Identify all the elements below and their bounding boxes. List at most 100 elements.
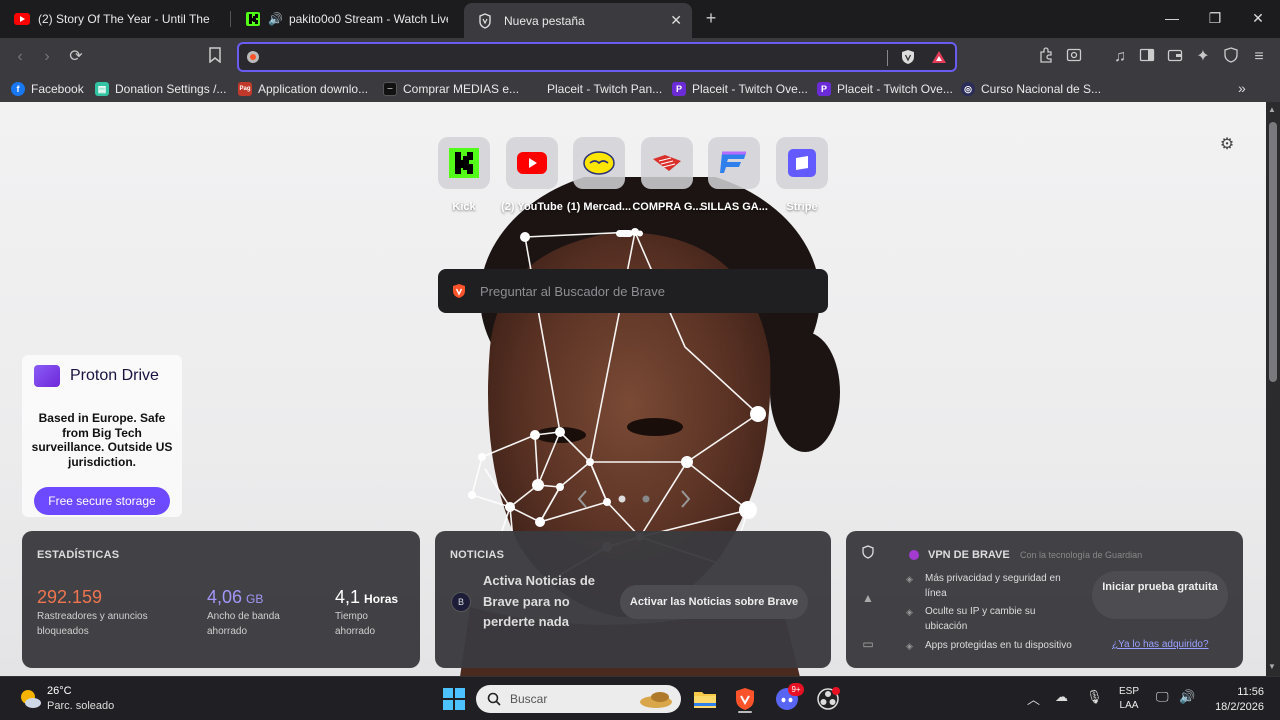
obs-icon[interactable] bbox=[814, 685, 842, 713]
input-language[interactable]: ESP LAA bbox=[1118, 685, 1140, 713]
menu-icon[interactable]: ≡ bbox=[1249, 47, 1269, 67]
bookmark-item[interactable]: f Facebook bbox=[11, 80, 84, 98]
time-saved-label: Tiempo ahorrado bbox=[335, 611, 376, 637]
onedrive-icon[interactable]: ☁ bbox=[1055, 689, 1068, 705]
minimize-icon[interactable]: — bbox=[1164, 9, 1180, 27]
wallet-icon[interactable] bbox=[1165, 47, 1185, 67]
next-background-icon bbox=[681, 490, 691, 508]
windows-start-icon[interactable] bbox=[440, 685, 468, 713]
network-icon[interactable]: 🖵 bbox=[1156, 689, 1169, 705]
kick-icon bbox=[449, 148, 479, 178]
media-router-icon[interactable] bbox=[1064, 47, 1084, 67]
scroll-thumb[interactable] bbox=[1269, 122, 1277, 382]
tab-youtube[interactable]: (2) Story Of The Year - Until The Day I … bbox=[4, 5, 224, 33]
bookmark-item[interactable]: Placeit - Twitch Pan... bbox=[527, 80, 662, 98]
weather-description[interactable]: Parc. soleado bbox=[47, 700, 114, 712]
tab-new-tab[interactable]: Nueva pestaña ✕ bbox=[464, 3, 692, 38]
already-purchased-link[interactable]: ¿Ya lo has adquirido? bbox=[1112, 639, 1209, 650]
bookmarks-bar: f Facebook ▤ Donation Settings /... Pag App… bbox=[0, 76, 1280, 102]
maximize-icon[interactable]: ❐ bbox=[1207, 9, 1223, 27]
speaker-icon[interactable]: 🔊 bbox=[268, 12, 283, 26]
taskbar-search-placeholder: Buscar bbox=[510, 692, 548, 706]
start-trial-button[interactable]: Iniciar prueba gratuita bbox=[1092, 571, 1228, 619]
bookmark-icon[interactable] bbox=[205, 47, 225, 67]
top-site-stripe[interactable]: Stripe bbox=[767, 137, 837, 213]
search-engine-icon bbox=[247, 51, 259, 63]
new-tab-button[interactable]: + bbox=[702, 8, 720, 28]
settings-gear-icon[interactable]: ⚙ bbox=[1218, 136, 1236, 154]
mercadolibre-icon bbox=[583, 151, 615, 175]
vpn-feature-text: Oculte su IP y cambie su ubicación bbox=[925, 606, 1036, 632]
extensions-icon[interactable] bbox=[1036, 47, 1056, 67]
bookmark-item[interactable]: P Placeit - Twitch Ove... bbox=[672, 80, 808, 98]
new-tab-page: Kick (2) YouTube (1) Mercad... COMPRA G.… bbox=[0, 102, 1266, 676]
top-site-mercadolibre[interactable]: (1) Mercad... bbox=[564, 137, 634, 213]
sidebar-icon[interactable] bbox=[1137, 47, 1157, 67]
vpn-shield-icon[interactable] bbox=[860, 545, 876, 561]
compra-icon bbox=[653, 155, 681, 171]
file-explorer-icon[interactable] bbox=[691, 685, 719, 713]
top-site-tile bbox=[641, 137, 693, 189]
top-site-sillas[interactable]: SILLAS GA... bbox=[699, 137, 769, 213]
system-clock[interactable]: 11:56 18/2/2026 bbox=[1206, 685, 1264, 715]
tab-divider bbox=[230, 11, 231, 27]
bookmark-item[interactable]: Pag Application downlo... bbox=[238, 80, 368, 98]
bookmark-item[interactable]: P Placeit - Twitch Ove... bbox=[817, 80, 953, 98]
trackers-blocked-label: Rastreadores y anuncios bloqueados bbox=[37, 611, 148, 637]
tray-overflow-icon[interactable]: ︿ bbox=[1027, 689, 1040, 708]
shield-check-icon: ◈ bbox=[906, 607, 913, 617]
brave-shields-icon[interactable] bbox=[900, 49, 916, 65]
close-window-icon[interactable]: ✕ bbox=[1250, 9, 1266, 27]
bandwidth-saved-value: 4,06 GB bbox=[207, 587, 263, 608]
page-scrollbar[interactable]: ▲ ▼ bbox=[1266, 102, 1280, 676]
enable-news-button[interactable]: Activar las Noticias sobre Brave bbox=[620, 585, 808, 619]
top-site-label: (1) Mercad... bbox=[566, 201, 632, 213]
top-site-compra[interactable]: COMPRA G... bbox=[632, 137, 702, 213]
brave-taskbar-icon[interactable] bbox=[731, 685, 759, 713]
placeit-icon bbox=[527, 82, 541, 96]
close-tab-icon[interactable]: ✕ bbox=[670, 12, 682, 29]
proton-brand: Proton Drive bbox=[70, 367, 159, 384]
back-icon[interactable]: ‹ bbox=[10, 47, 30, 67]
discord-badge: 9+ bbox=[788, 683, 804, 696]
microphone-icon[interactable]: 🎙 bbox=[1086, 689, 1103, 705]
vpn-shield-icon[interactable] bbox=[1221, 47, 1241, 67]
bookmark-label: Donation Settings /... bbox=[115, 82, 227, 96]
bookmark-label: Comprar MEDIAS e... bbox=[403, 82, 520, 96]
proton-cta-button[interactable]: Free secure storage bbox=[34, 487, 170, 515]
brave-search-box[interactable]: Preguntar al Buscador de Brave bbox=[438, 269, 828, 313]
proton-drive-ad[interactable]: Proton Drive Based in Europe. Safe from … bbox=[22, 355, 182, 517]
top-site-kick[interactable]: Kick bbox=[429, 137, 499, 213]
bookmark-item[interactable]: — Comprar MEDIAS e... bbox=[383, 80, 519, 98]
stripe-icon bbox=[788, 149, 816, 177]
weather-icon[interactable] bbox=[18, 688, 42, 710]
shield-check-icon: ◈ bbox=[906, 574, 913, 584]
warning-icon[interactable]: ▲ bbox=[860, 591, 876, 607]
top-site-label: (2) YouTube bbox=[501, 201, 563, 213]
brave-rewards-icon[interactable] bbox=[931, 50, 947, 64]
address-bar[interactable] bbox=[237, 42, 957, 72]
bookmark-item[interactable]: ◎ Curso Nacional de S... bbox=[961, 80, 1101, 98]
vpn-powered-by: Con la tecnología de Guardian bbox=[1020, 550, 1143, 560]
top-site-label: SILLAS GA... bbox=[700, 201, 768, 213]
volume-icon[interactable]: 🔊 bbox=[1179, 689, 1195, 705]
tab-title: (2) Story Of The Year - Until The Day I … bbox=[38, 12, 214, 26]
brave-news-icon: B bbox=[451, 592, 471, 612]
taskbar-search[interactable]: Buscar bbox=[476, 685, 681, 713]
brave-icon bbox=[479, 12, 491, 29]
forward-icon[interactable]: › bbox=[37, 47, 57, 67]
bookmark-item[interactable]: ▤ Donation Settings /... bbox=[95, 80, 226, 98]
tab-kick[interactable]: 🔊 pakito0o0 Stream - Watch Live on Kick bbox=[236, 5, 458, 33]
music-icon[interactable]: ♫ bbox=[1110, 47, 1130, 67]
scroll-down-icon[interactable]: ▼ bbox=[1268, 662, 1276, 671]
weather-temperature[interactable]: 26°C bbox=[47, 685, 72, 697]
bookmarks-overflow-icon[interactable]: » bbox=[1238, 80, 1246, 96]
carousel-dot bbox=[642, 495, 650, 503]
scroll-up-icon[interactable]: ▲ bbox=[1268, 105, 1276, 114]
top-site-youtube[interactable]: (2) YouTube bbox=[497, 137, 567, 213]
news-card: NOTICIAS B Activa Noticias de Brave para… bbox=[435, 531, 831, 668]
leo-ai-icon[interactable]: ✦ bbox=[1193, 47, 1213, 67]
reload-icon[interactable]: ⟳ bbox=[66, 47, 86, 67]
video-icon[interactable]: ▭ bbox=[860, 637, 876, 653]
top-sites-pagination[interactable] bbox=[616, 229, 646, 239]
